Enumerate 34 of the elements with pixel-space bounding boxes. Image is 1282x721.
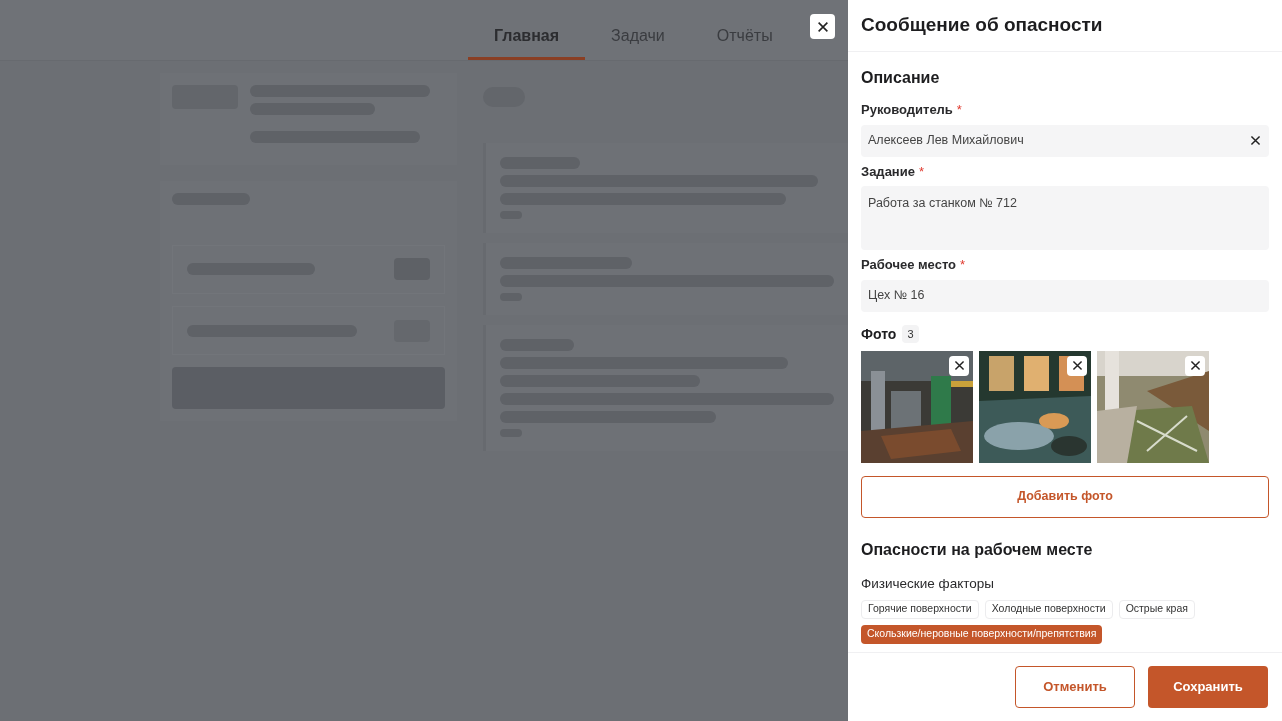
- required-mark: *: [956, 101, 962, 119]
- hazard-chip[interactable]: Холодные поверхности: [984, 599, 1113, 619]
- close-icon: [1188, 359, 1202, 372]
- save-button[interactable]: Сохранить: [1148, 666, 1268, 708]
- select-field[interactable]: Алексеев Лев Михайлович: [861, 124, 1269, 157]
- photo-count: 3: [902, 324, 919, 344]
- field-label: Задание: [861, 162, 915, 181]
- close-icon: [1070, 359, 1084, 372]
- close-icon: [952, 359, 966, 372]
- close-icon: [1249, 134, 1262, 147]
- required-mark: *: [960, 256, 966, 274]
- photo-label: Фото: [861, 324, 897, 344]
- group-title: Физические факторы: [861, 574, 995, 593]
- nav-tab[interactable]: Задачи: [585, 0, 691, 60]
- remove-photo-button[interactable]: [1067, 355, 1087, 376]
- remove-photo-button[interactable]: [949, 355, 969, 376]
- hazard-chip[interactable]: Горячие поверхности: [861, 599, 979, 619]
- field-label: Рабочее место: [861, 256, 957, 274]
- nav-tab[interactable]: Отчёты: [690, 0, 799, 60]
- text-area[interactable]: Работа за станком № 712: [861, 186, 1269, 250]
- hazard-chip[interactable]: Острые края: [1118, 599, 1195, 619]
- close-icon: [815, 19, 830, 34]
- remove-photo-button[interactable]: [1185, 355, 1205, 376]
- field-label: Руководитель: [861, 101, 953, 119]
- section-title: Описание: [861, 68, 941, 88]
- section-title: Опасности на рабочем месте: [861, 539, 1094, 560]
- required-mark: *: [918, 162, 924, 181]
- hazard-chip[interactable]: Скользкие/неровные поверхности/препятствия: [861, 624, 1103, 644]
- nav-tab[interactable]: Главная: [468, 0, 586, 60]
- add-photo-button[interactable]: Добавить фото: [861, 475, 1269, 518]
- input-field[interactable]: Цех № 16: [861, 279, 1269, 312]
- panel-title: Сообщение об опасности: [861, 13, 1103, 38]
- cancel-button[interactable]: Отменить: [1015, 666, 1135, 708]
- close-button[interactable]: [810, 14, 835, 39]
